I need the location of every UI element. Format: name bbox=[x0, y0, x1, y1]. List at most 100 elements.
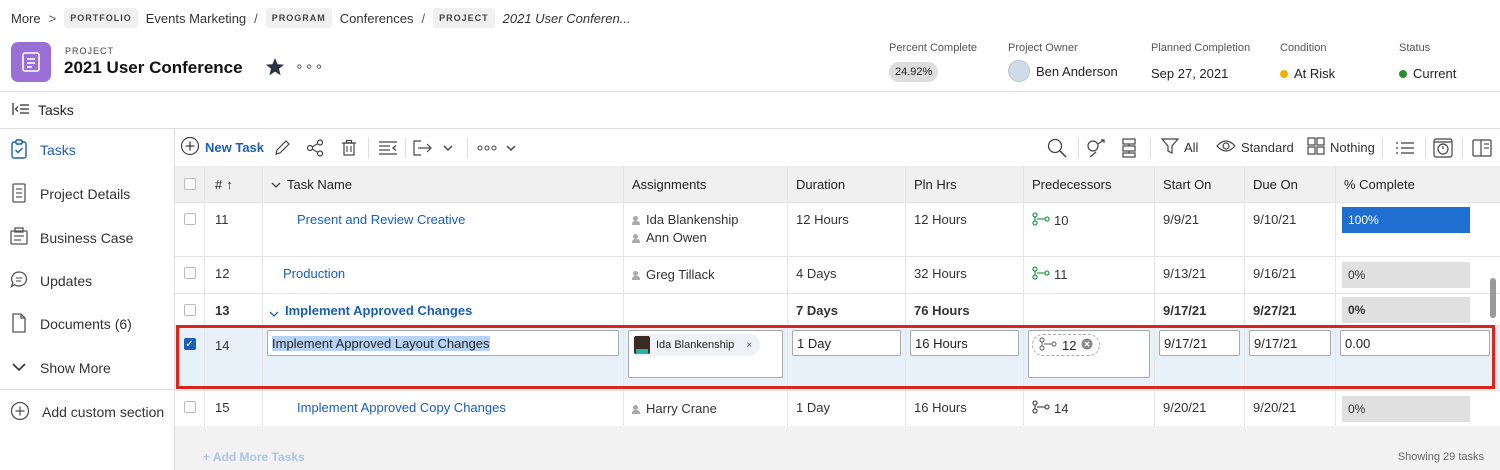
pln-hrs-cell[interactable]: 76 Hours bbox=[906, 294, 1024, 325]
pln-hrs-cell[interactable]: 12 Hours bbox=[906, 203, 1024, 256]
duration-input[interactable]: 1 Day bbox=[792, 330, 901, 356]
start-on-input[interactable]: 9/17/21 bbox=[1159, 330, 1240, 356]
due-on-cell[interactable]: 9/20/21 bbox=[1245, 391, 1336, 426]
row-checkbox[interactable] bbox=[183, 267, 196, 279]
table-row[interactable]: 13 Implement Approved Changes 7 Days 76 … bbox=[175, 294, 1500, 326]
pct-complete-input[interactable]: 0.00 bbox=[1340, 330, 1490, 356]
breadcrumb-portfolio[interactable]: Events Marketing bbox=[146, 11, 246, 26]
col-duration[interactable]: Duration bbox=[788, 166, 906, 202]
duration-cell[interactable]: 12 Hours bbox=[788, 203, 906, 256]
grid-scrollbar[interactable] bbox=[1490, 278, 1496, 318]
move-to-icon[interactable] bbox=[413, 129, 433, 166]
collapse-nav-icon[interactable] bbox=[12, 102, 30, 119]
assignee[interactable]: Ida Blankenship bbox=[646, 211, 739, 229]
row-checkbox-checked[interactable]: ✓ bbox=[183, 338, 196, 350]
filter-button[interactable]: All bbox=[1160, 129, 1198, 166]
row-checkbox[interactable] bbox=[183, 213, 196, 225]
share-icon[interactable] bbox=[306, 129, 324, 166]
star-icon[interactable] bbox=[265, 57, 285, 80]
col-due-on[interactable]: Due On bbox=[1245, 166, 1336, 202]
nav-item-show-more[interactable]: Show More bbox=[0, 353, 175, 383]
trash-icon[interactable] bbox=[340, 129, 358, 166]
task-name-link[interactable]: Present and Review Creative bbox=[297, 212, 465, 227]
due-on-input[interactable]: 9/17/21 bbox=[1249, 330, 1331, 356]
more-actions-icon[interactable] bbox=[477, 129, 497, 166]
duration-cell[interactable]: 1 Day bbox=[788, 391, 906, 426]
pct-complete-cell[interactable]: 0% bbox=[1336, 294, 1500, 325]
list-icon[interactable] bbox=[1395, 129, 1415, 166]
chevron-down-icon[interactable] bbox=[505, 129, 517, 166]
table-row[interactable]: 12 Production Greg Tillack 4 Days 32 Hou… bbox=[175, 257, 1500, 294]
search-icon[interactable] bbox=[1047, 129, 1067, 166]
more-options-icon[interactable]: ∘∘∘ bbox=[295, 58, 324, 75]
pct-complete-cell[interactable]: 100% bbox=[1336, 203, 1500, 256]
due-on-cell[interactable]: 9/16/21 bbox=[1245, 257, 1336, 293]
table-row[interactable]: 15 Implement Approved Copy Changes Harry… bbox=[175, 391, 1500, 426]
nav-item-documents[interactable]: Documents (6) bbox=[0, 309, 175, 339]
col-predecessors[interactable]: Predecessors bbox=[1024, 166, 1155, 202]
add-custom-section[interactable]: Add custom section bbox=[0, 397, 175, 427]
grouping-button[interactable]: Nothing bbox=[1307, 129, 1375, 166]
col-assignments[interactable]: Assignments bbox=[624, 166, 788, 202]
predecessor-cell[interactable]: 10 bbox=[1024, 203, 1155, 256]
predecessor-input[interactable]: 12 bbox=[1028, 330, 1150, 378]
predecessor-cell[interactable] bbox=[1024, 294, 1155, 325]
breadcrumb-more[interactable]: More bbox=[11, 11, 41, 26]
pln-hrs-input[interactable]: 16 Hours bbox=[910, 330, 1019, 356]
predecessor-cell[interactable]: 14 bbox=[1024, 391, 1155, 426]
pct-complete-cell[interactable]: 0% bbox=[1336, 391, 1500, 426]
chevron-down-icon[interactable] bbox=[442, 129, 454, 166]
nav-item-updates[interactable]: Updates bbox=[0, 266, 175, 296]
col-num[interactable]: # ↑ bbox=[205, 166, 263, 202]
nav-item-business-case[interactable]: Business Case bbox=[0, 223, 175, 253]
panel-toggle-icon[interactable] bbox=[1472, 129, 1492, 166]
col-task-name[interactable]: Task Name bbox=[263, 166, 624, 202]
assignee-chip[interactable]: Ida Blankenship × bbox=[632, 334, 761, 356]
task-name-link[interactable]: Implement Approved Changes bbox=[285, 303, 472, 318]
start-on-cell[interactable]: 9/20/21 bbox=[1155, 391, 1245, 426]
start-on-cell[interactable]: 9/13/21 bbox=[1155, 257, 1245, 293]
pln-hrs-cell[interactable]: 32 Hours bbox=[906, 257, 1024, 293]
table-row-editing[interactable]: ✓ 14 Implement Approved Layout Changes I… bbox=[175, 326, 1500, 391]
status-value[interactable]: Current bbox=[1413, 66, 1456, 81]
assignee[interactable]: Ann Owen bbox=[646, 229, 707, 247]
col-pln-hrs[interactable]: Pln Hrs bbox=[906, 166, 1024, 202]
condition-value[interactable]: At Risk bbox=[1294, 66, 1335, 81]
assignee[interactable]: Greg Tillack bbox=[646, 266, 715, 284]
table-row[interactable]: 11 Present and Review Creative Ida Blank… bbox=[175, 203, 1500, 257]
col-pct-complete[interactable]: % Complete bbox=[1336, 166, 1500, 202]
hierarchy-icon[interactable] bbox=[1120, 129, 1138, 166]
task-name-link[interactable]: Implement Approved Copy Changes bbox=[297, 400, 506, 415]
due-on-cell[interactable]: 9/27/21 bbox=[1245, 294, 1336, 325]
select-all-checkbox[interactable] bbox=[183, 178, 196, 190]
predecessor-cell[interactable]: 11 bbox=[1024, 257, 1155, 293]
due-on-cell[interactable]: 9/10/21 bbox=[1245, 203, 1336, 256]
assignments-input[interactable]: Ida Blankenship × bbox=[628, 330, 783, 378]
timeline-icon[interactable] bbox=[1433, 129, 1453, 166]
row-checkbox[interactable] bbox=[183, 401, 196, 413]
new-task-button[interactable]: New Task bbox=[180, 129, 264, 166]
chevron-down-icon[interactable] bbox=[269, 306, 279, 321]
assignee[interactable]: Harry Crane bbox=[646, 400, 717, 418]
row-checkbox[interactable] bbox=[183, 304, 196, 316]
start-on-cell[interactable]: 9/17/21 bbox=[1155, 294, 1245, 325]
start-on-cell[interactable]: 9/9/21 bbox=[1155, 203, 1245, 256]
project-owner-value[interactable]: Ben Anderson bbox=[1036, 64, 1118, 79]
remove-circle-icon[interactable] bbox=[1081, 338, 1093, 353]
duration-cell[interactable]: 4 Days bbox=[788, 257, 906, 293]
add-more-tasks-button[interactable]: + Add More Tasks bbox=[203, 450, 305, 464]
nav-item-tasks[interactable]: Tasks bbox=[0, 135, 175, 165]
task-name-input[interactable]: Implement Approved Layout Changes bbox=[267, 330, 619, 356]
nav-item-project-details[interactable]: Project Details bbox=[0, 179, 175, 209]
view-button[interactable]: Standard bbox=[1216, 129, 1294, 166]
duration-cell[interactable]: 7 Days bbox=[788, 294, 906, 325]
pln-hrs-cell[interactable]: 16 Hours bbox=[906, 391, 1024, 426]
dependency-icon[interactable] bbox=[1086, 129, 1106, 166]
breadcrumb-program[interactable]: Conferences bbox=[340, 11, 414, 26]
remove-chip-icon[interactable]: × bbox=[746, 340, 752, 351]
indent-icon[interactable] bbox=[378, 129, 398, 166]
edit-icon[interactable] bbox=[273, 129, 291, 166]
task-name-link[interactable]: Production bbox=[283, 266, 345, 281]
pct-complete-cell[interactable]: 0% bbox=[1336, 257, 1500, 293]
col-start-on[interactable]: Start On bbox=[1155, 166, 1245, 202]
